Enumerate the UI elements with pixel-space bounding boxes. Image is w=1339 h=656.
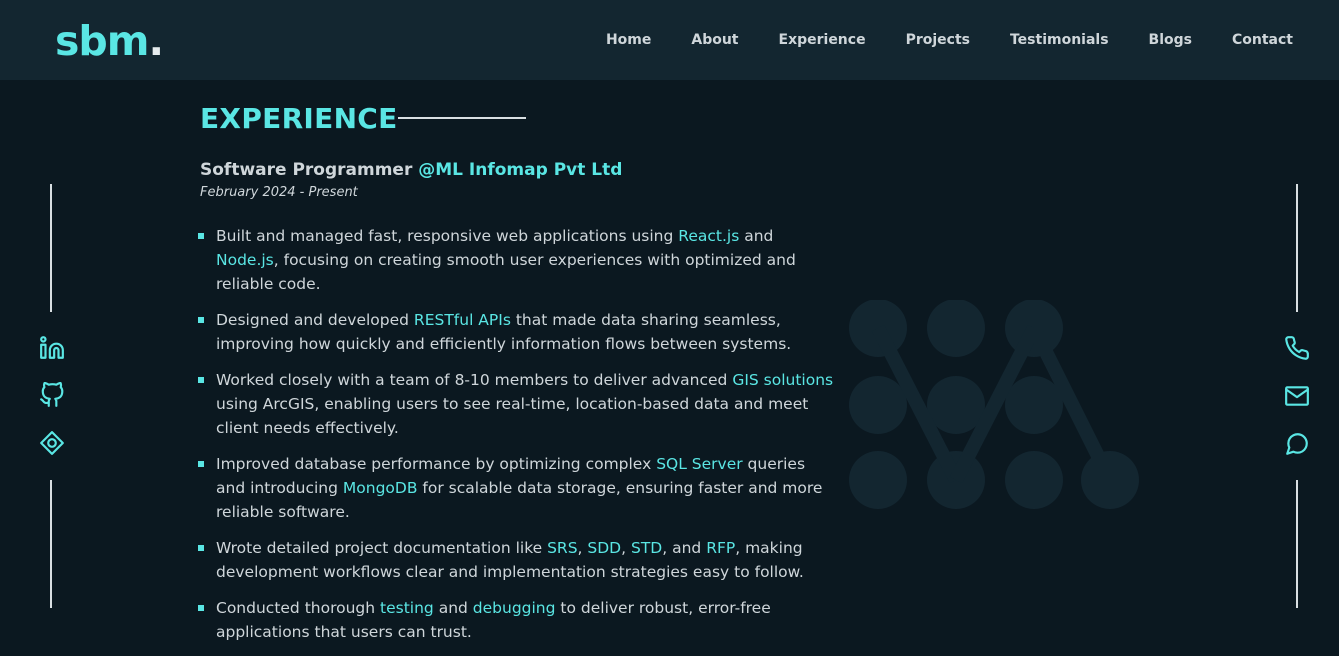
bullet-text: Conducted thorough: [216, 599, 381, 617]
highlighted-keyword: debugging: [472, 599, 556, 617]
responsibility-item: Conducted thorough testing and debugging…: [196, 596, 836, 644]
title-underline: [398, 117, 526, 119]
highlighted-keyword: GIS solutions: [732, 371, 834, 389]
responsibility-item: Wrote detailed project documentation lik…: [196, 536, 836, 584]
phone-link[interactable]: [1284, 335, 1310, 361]
bullet-text: and: [433, 599, 473, 617]
bullet-text: using ArcGIS, enabling users to see real…: [216, 395, 809, 437]
highlighted-keyword: Node.js: [216, 251, 274, 269]
right-bottom-line: [1296, 480, 1298, 608]
responsibility-item: Worked closely with a team of 8-10 membe…: [196, 368, 836, 440]
site-logo[interactable]: sbm.: [55, 17, 164, 65]
bullet-text: Improved database performance by optimiz…: [216, 455, 657, 473]
job-company: @ML Infomap Pvt Ltd: [418, 160, 623, 180]
highlighted-keyword: SRS: [547, 539, 578, 557]
highlighted-keyword: RFP: [706, 539, 736, 557]
responsibility-list: Built and managed fast, responsive web a…: [196, 224, 836, 656]
nav-projects[interactable]: Projects: [906, 32, 970, 49]
bullet-text: Built and managed fast, responsive web a…: [216, 227, 679, 245]
watermark-graphic: [849, 300, 1139, 509]
job-date: February 2024 - Present: [200, 185, 358, 200]
linkedin-icon: [40, 336, 64, 359]
linkedin-link[interactable]: [39, 335, 65, 361]
logo-dot: .: [148, 17, 164, 65]
nav-experience[interactable]: Experience: [779, 32, 866, 49]
highlighted-keyword: testing: [380, 599, 434, 617]
main-nav: Home About Experience Projects Testimoni…: [566, 32, 1293, 49]
nav-testimonials[interactable]: Testimonials: [1010, 32, 1109, 49]
responsibility-item: Improved database performance by optimiz…: [196, 452, 836, 524]
bullet-text: , focusing on creating smooth user exper…: [216, 251, 796, 293]
mail-icon: [1285, 386, 1309, 406]
bullet-text: ,: [577, 539, 588, 557]
highlighted-keyword: RESTful APIs: [413, 311, 511, 329]
highlighted-keyword: STD: [630, 539, 663, 557]
site-header: sbm. Home About Experience Projects Test…: [0, 0, 1339, 80]
chat-link[interactable]: [1284, 431, 1310, 457]
highlighted-keyword: SDD: [587, 539, 622, 557]
chat-icon: [1286, 433, 1308, 455]
location-icon: [40, 431, 64, 455]
github-icon: [40, 381, 64, 407]
github-link[interactable]: [39, 381, 65, 408]
job-role: Software Programmer: [200, 160, 413, 180]
responsibility-item: Designed and developed RESTful APIs that…: [196, 308, 836, 356]
highlighted-keyword: MongoDB: [342, 479, 418, 497]
responsibility-item: Built and managed fast, responsive web a…: [196, 224, 836, 296]
mail-link[interactable]: [1284, 383, 1310, 409]
bullet-text: Worked closely with a team of 8-10 membe…: [216, 371, 733, 389]
right-top-line: [1296, 184, 1298, 312]
bullet-text: and: [739, 227, 774, 245]
bullet-text: , and: [662, 539, 707, 557]
bullet-text: Designed and developed: [216, 311, 414, 329]
phone-icon: [1285, 336, 1309, 360]
nav-contact[interactable]: Contact: [1232, 32, 1293, 49]
location-link[interactable]: [39, 430, 65, 456]
nav-about[interactable]: About: [691, 32, 738, 49]
section-title: EXPERIENCE: [200, 102, 398, 135]
bullet-text: ,: [621, 539, 631, 557]
logo-text: sbm: [55, 17, 149, 65]
nav-blogs[interactable]: Blogs: [1149, 32, 1192, 49]
bullet-text: Wrote detailed project documentation lik…: [216, 539, 548, 557]
nav-home[interactable]: Home: [606, 32, 651, 49]
left-top-line: [50, 184, 52, 312]
highlighted-keyword: SQL Server: [656, 455, 743, 473]
highlighted-keyword: React.js: [678, 227, 740, 245]
job-title: Software Programmer @ML Infomap Pvt Ltd: [200, 159, 622, 181]
left-bottom-line: [50, 480, 52, 608]
